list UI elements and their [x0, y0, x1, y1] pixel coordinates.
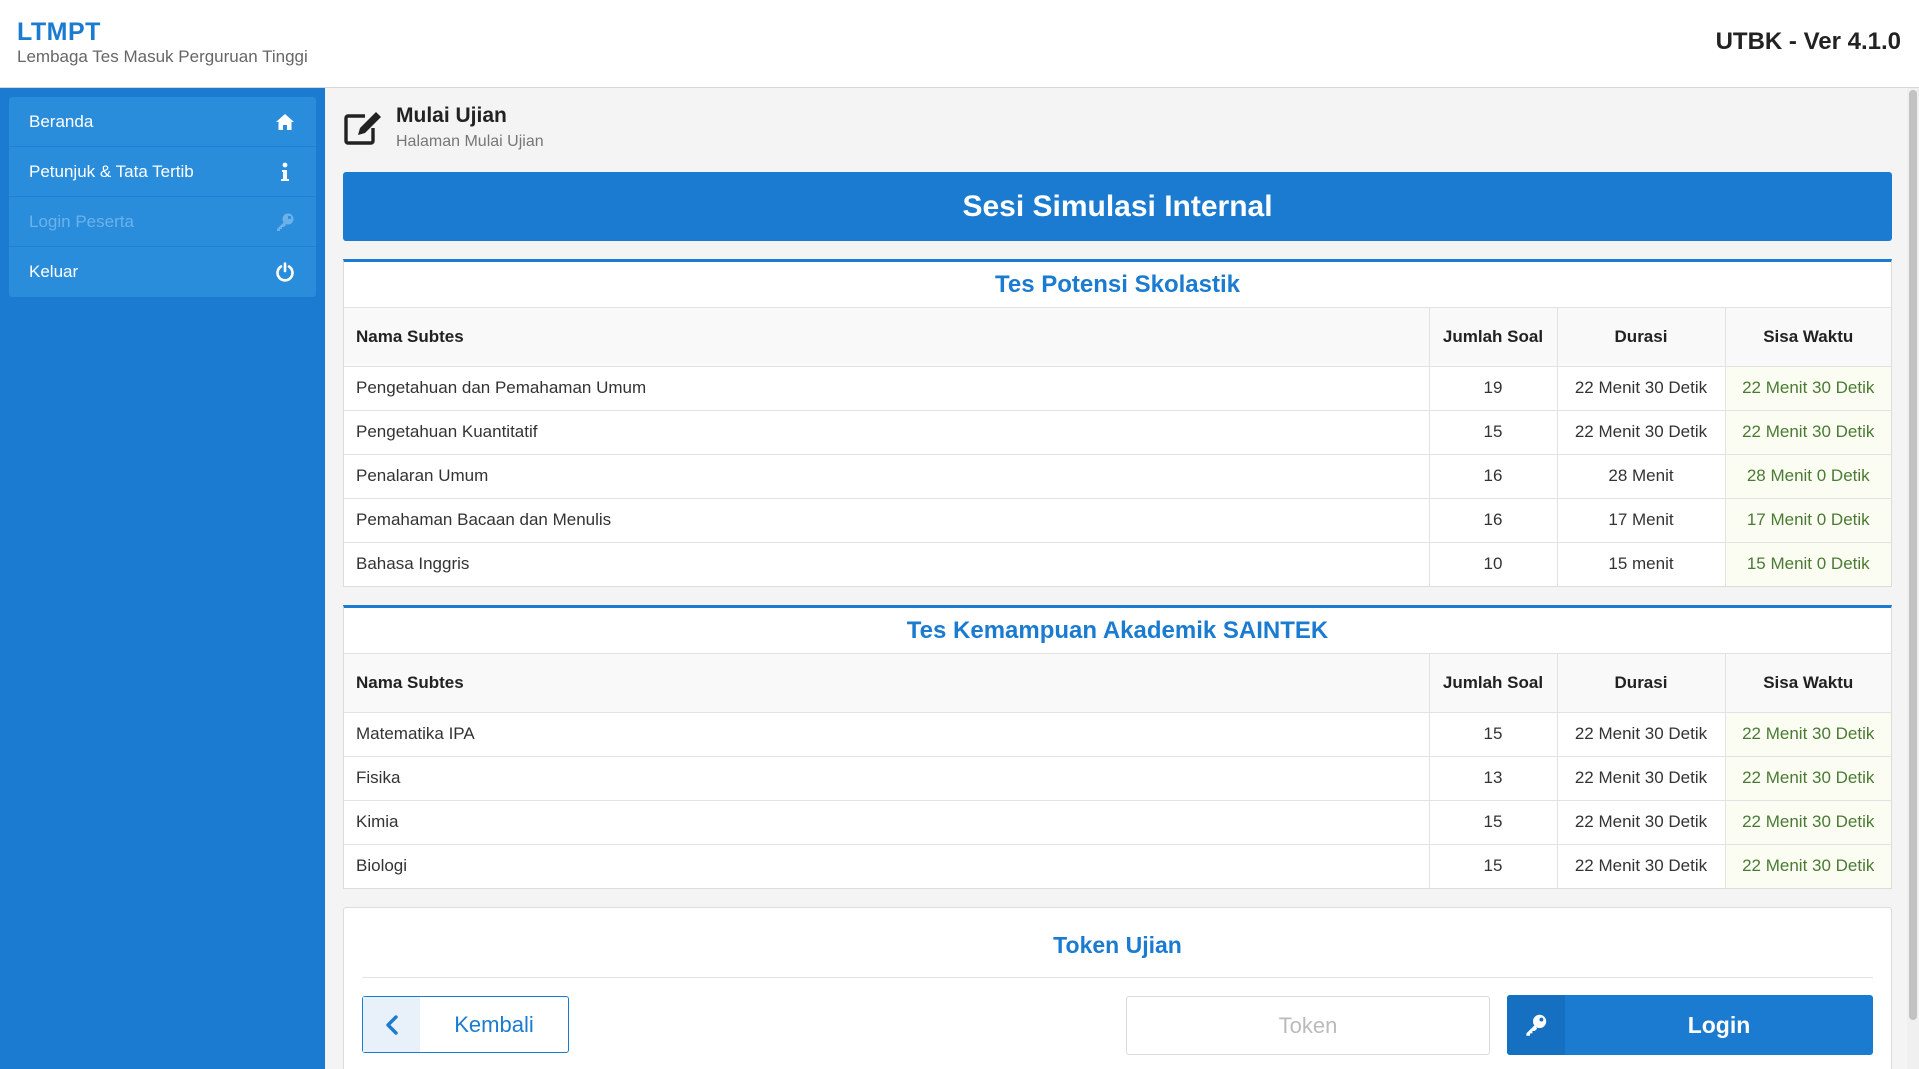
tka-panel-title: Tes Kemampuan Akademik SAINTEK [344, 608, 1891, 654]
login-button-label: Login [1687, 1011, 1751, 1038]
version-label: UTBK - Ver 4.1.0 [1715, 28, 1901, 55]
info-icon [274, 161, 296, 183]
cell-name: Pengetahuan dan Pemahaman Umum [344, 366, 1430, 411]
cell-count: 15 [1429, 712, 1558, 757]
divider [362, 977, 1873, 978]
cell-name: Biologi [344, 844, 1430, 888]
table-header-row: Nama Subtes Jumlah Soal Durasi Sisa Wakt… [344, 654, 1891, 713]
col-header-count: Jumlah Soal [1429, 654, 1558, 713]
cell-remaining: 28 Menit 0 Detik [1725, 454, 1891, 499]
table-row: Bahasa Inggris 10 15 menit 15 Menit 0 De… [344, 542, 1891, 586]
sidebar-item-petunjuk[interactable]: Petunjuk & Tata Tertib [9, 147, 316, 197]
cell-name: Kimia [344, 800, 1430, 845]
col-header-count: Jumlah Soal [1429, 308, 1558, 367]
table-header-row: Nama Subtes Jumlah Soal Durasi Sisa Wakt… [344, 308, 1891, 367]
cell-name: Pengetahuan Kuantitatif [344, 410, 1430, 455]
cell-duration: 22 Menit 30 Detik [1557, 712, 1726, 757]
cell-duration: 22 Menit 30 Detik [1557, 410, 1726, 455]
table-row: Pengetahuan Kuantitatif 15 22 Menit 30 D… [344, 410, 1891, 455]
sidebar-item-label: Beranda [29, 111, 94, 131]
sidebar-item-label: Login Peserta [29, 211, 134, 231]
edit-icon [343, 110, 383, 146]
key-icon [274, 211, 296, 233]
home-icon [274, 111, 296, 133]
cell-name: Penalaran Umum [344, 454, 1430, 499]
tka-table: Nama Subtes Jumlah Soal Durasi Sisa Wakt… [344, 654, 1891, 888]
page-scrollbar[interactable] [1907, 88, 1919, 1069]
scrollbar-thumb[interactable] [1909, 90, 1917, 1020]
col-header-name: Nama Subtes [344, 654, 1430, 713]
table-row: Kimia 15 22 Menit 30 Detik 22 Menit 30 D… [344, 800, 1891, 845]
token-title: Token Ujian [1053, 932, 1182, 958]
top-header: LTMPT Lembaga Tes Masuk Perguruan Tinggi… [0, 0, 1919, 88]
col-header-duration: Durasi [1557, 654, 1726, 713]
sidebar-item-label: Keluar [29, 262, 79, 281]
cell-count: 10 [1429, 542, 1558, 586]
power-icon [274, 261, 296, 283]
cell-remaining: 17 Menit 0 Detik [1725, 498, 1891, 543]
cell-duration: 22 Menit 30 Detik [1557, 366, 1726, 411]
tps-panel-title: Tes Potensi Skolastik [344, 262, 1891, 308]
cell-remaining: 22 Menit 30 Detik [1725, 410, 1891, 455]
table-row: Matematika IPA 15 22 Menit 30 Detik 22 M… [344, 712, 1891, 757]
cell-duration: 22 Menit 30 Detik [1557, 800, 1726, 845]
cell-name: Fisika [344, 756, 1430, 801]
cell-count: 16 [1429, 454, 1558, 499]
sidebar-item-keluar[interactable]: Keluar [9, 247, 316, 297]
brand: LTMPT Lembaga Tes Masuk Perguruan Tinggi [17, 18, 308, 68]
back-button-label: Kembali [454, 1011, 534, 1037]
col-header-name: Nama Subtes [344, 308, 1430, 367]
session-banner: Sesi Simulasi Internal [343, 172, 1892, 241]
cell-duration: 17 Menit [1557, 498, 1726, 543]
col-header-remaining: Sisa Waktu [1725, 654, 1891, 713]
cell-count: 16 [1429, 498, 1558, 543]
cell-name: Matematika IPA [344, 712, 1430, 757]
cell-name: Bahasa Inggris [344, 542, 1430, 586]
page-title: Mulai Ujian [396, 104, 507, 127]
sidebar-item-label: Petunjuk & Tata Tertib [29, 161, 194, 181]
login-button[interactable]: Login [1507, 995, 1873, 1055]
tka-panel: Tes Kemampuan Akademik SAINTEK Nama Subt… [343, 605, 1892, 889]
cell-count: 15 [1429, 410, 1558, 455]
col-header-remaining: Sisa Waktu [1725, 308, 1891, 367]
tps-panel: Tes Potensi Skolastik Nama Subtes Jumlah… [343, 259, 1892, 587]
table-row: Pengetahuan dan Pemahaman Umum 19 22 Men… [344, 366, 1891, 411]
table-row: Biologi 15 22 Menit 30 Detik 22 Menit 30… [344, 844, 1891, 888]
cell-count: 15 [1429, 800, 1558, 845]
cell-remaining: 22 Menit 30 Detik [1725, 844, 1891, 888]
cell-name: Pemahaman Bacaan dan Menulis [344, 498, 1430, 543]
cell-duration: 15 menit [1557, 542, 1726, 586]
back-button[interactable]: Kembali [362, 996, 569, 1053]
key-icon [1507, 995, 1565, 1055]
tps-table: Nama Subtes Jumlah Soal Durasi Sisa Wakt… [344, 308, 1891, 586]
col-header-duration: Durasi [1557, 308, 1726, 367]
table-row: Fisika 13 22 Menit 30 Detik 22 Menit 30 … [344, 756, 1891, 801]
chevron-left-icon [363, 997, 420, 1052]
cell-duration: 22 Menit 30 Detik [1557, 844, 1726, 888]
cell-duration: 28 Menit [1557, 454, 1726, 499]
sidebar: Beranda Petunjuk & Tata Tertib Login Pes… [0, 88, 325, 1069]
main-content: Mulai Ujian Halaman Mulai Ujian Sesi Sim… [343, 88, 1892, 1069]
cell-remaining: 22 Menit 30 Detik [1725, 712, 1891, 757]
brand-subtitle: Lembaga Tes Masuk Perguruan Tinggi [17, 47, 308, 66]
cell-remaining: 15 Menit 0 Detik [1725, 542, 1891, 586]
brand-title: LTMPT [17, 18, 101, 46]
cell-count: 19 [1429, 366, 1558, 411]
cell-remaining: 22 Menit 30 Detik [1725, 756, 1891, 801]
page-subtitle: Halaman Mulai Ujian [396, 133, 544, 150]
cell-count: 13 [1429, 756, 1558, 801]
token-panel: Token Ujian Kembali Login [343, 907, 1892, 1069]
page-header: Mulai Ujian Halaman Mulai Ujian [343, 88, 1892, 172]
sidebar-menu: Beranda Petunjuk & Tata Tertib Login Pes… [9, 97, 316, 297]
cell-duration: 22 Menit 30 Detik [1557, 756, 1726, 801]
table-row: Pemahaman Bacaan dan Menulis 16 17 Menit… [344, 498, 1891, 543]
token-input[interactable] [1126, 996, 1490, 1055]
sidebar-item-login-peserta: Login Peserta [9, 197, 316, 247]
sidebar-item-beranda[interactable]: Beranda [9, 97, 316, 147]
cell-count: 15 [1429, 844, 1558, 888]
cell-remaining: 22 Menit 30 Detik [1725, 800, 1891, 845]
table-row: Penalaran Umum 16 28 Menit 28 Menit 0 De… [344, 454, 1891, 499]
cell-remaining: 22 Menit 30 Detik [1725, 366, 1891, 411]
